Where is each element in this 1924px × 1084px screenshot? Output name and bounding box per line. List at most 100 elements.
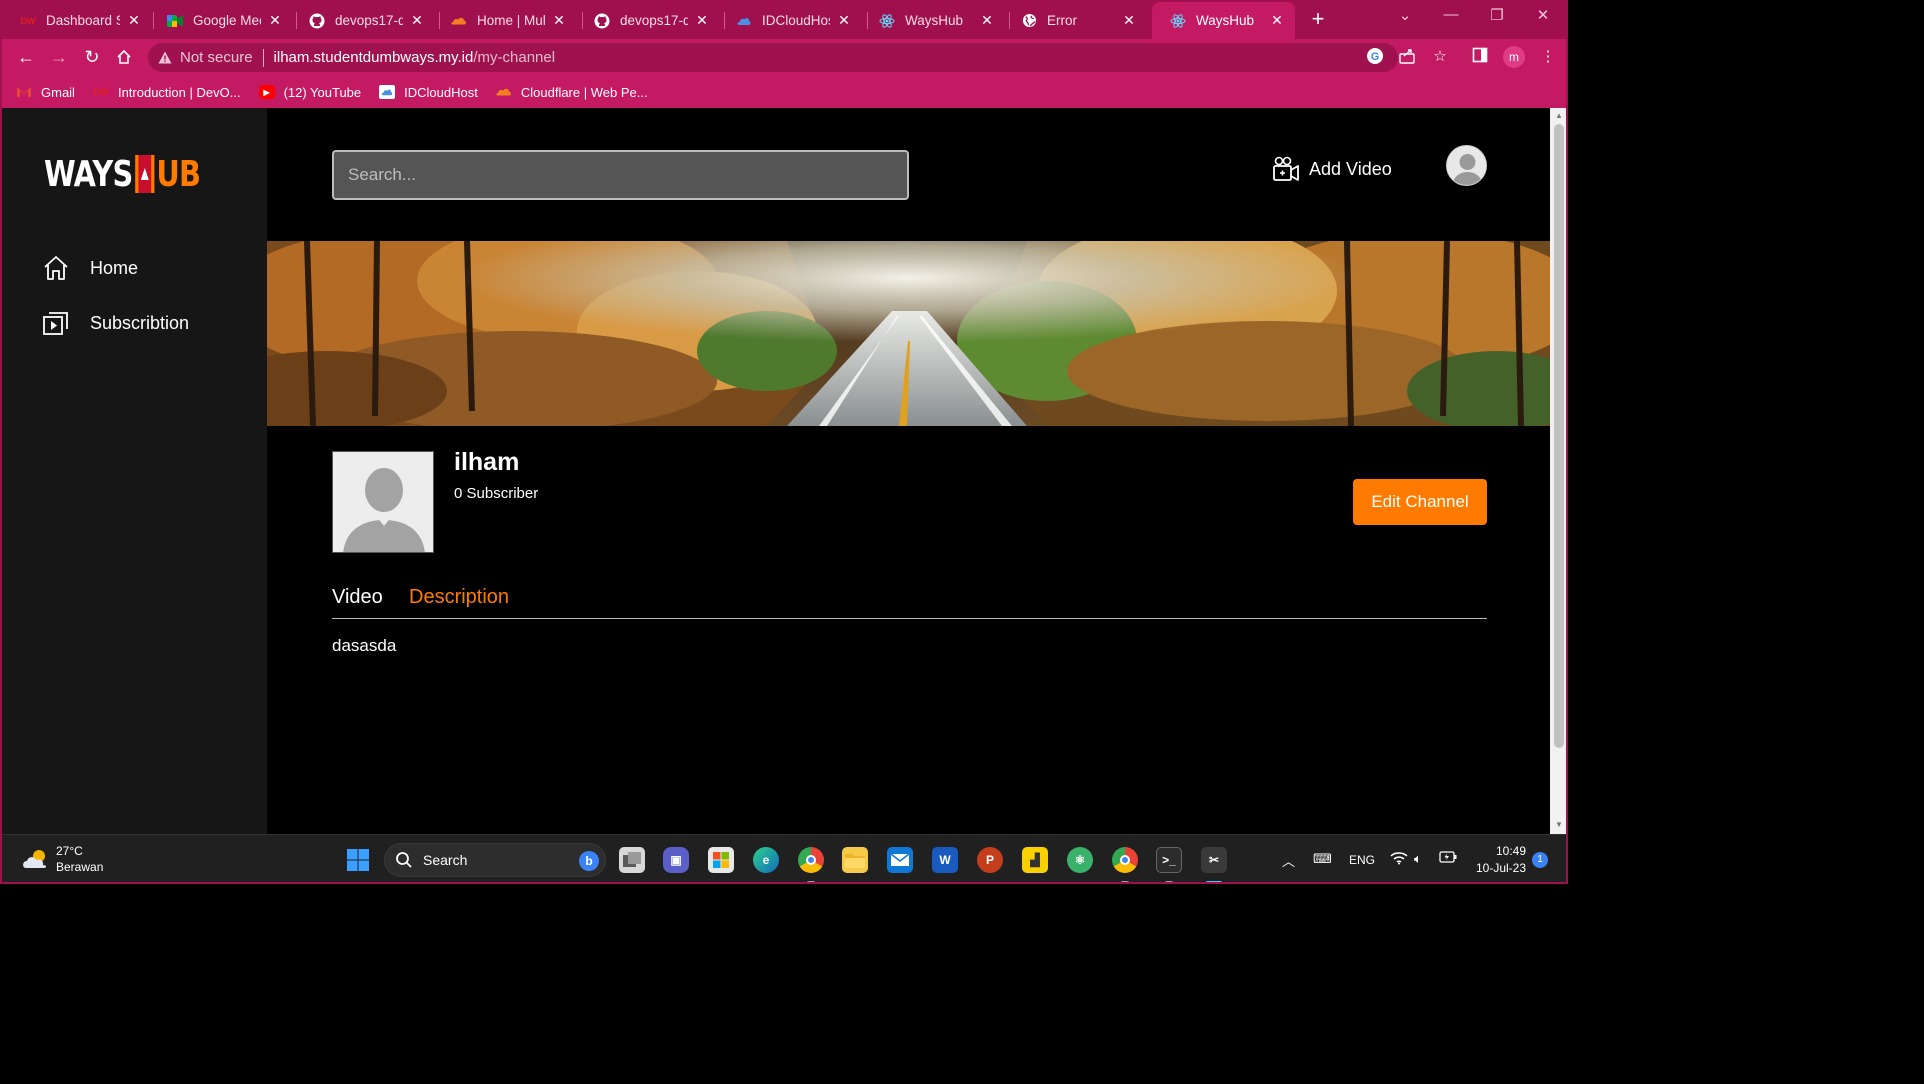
logo-mark-icon xyxy=(134,155,155,193)
bookmark-idcloudhost[interactable]: IDCloudHost xyxy=(379,85,478,100)
google-lens-icon[interactable]: G xyxy=(1365,47,1385,67)
bookmark-cloudflare[interactable]: Cloudflare | Web Pe... xyxy=(496,85,648,100)
add-video-icon xyxy=(1273,156,1299,181)
menu-kebab-icon[interactable]: ⋮ xyxy=(1538,47,1558,67)
bookmark-introduction[interactable]: DW Introduction | DevO... xyxy=(93,85,240,100)
warning-icon xyxy=(158,51,172,65)
close-icon[interactable]: ✕ xyxy=(979,12,995,29)
browser-tab[interactable]: WaysHub ✕ xyxy=(861,2,1005,39)
browser-tab-active[interactable]: WaysHub ✕ xyxy=(1152,2,1295,39)
wifi-icon[interactable] xyxy=(1390,851,1408,868)
user-avatar[interactable] xyxy=(1446,145,1487,186)
tab-search-chevron-icon[interactable]: ⌄ xyxy=(1390,6,1420,24)
globe-icon xyxy=(1021,13,1037,29)
reload-button[interactable]: ↻ xyxy=(80,45,104,69)
close-icon[interactable]: ✕ xyxy=(836,12,852,29)
browser-tab[interactable]: Error ✕ xyxy=(1003,2,1147,39)
bookmark-label: Cloudflare | Web Pe... xyxy=(520,84,648,100)
system-clock[interactable]: 10:49 10-Jul-23 xyxy=(1470,843,1526,877)
close-icon[interactable]: ✕ xyxy=(1269,12,1285,29)
scroll-down-icon[interactable]: ▼ xyxy=(1554,820,1564,830)
side-panel-icon[interactable] xyxy=(1470,47,1490,67)
weather-widget[interactable]: 27°C Berawan xyxy=(22,843,103,875)
notification-badge[interactable]: 1 xyxy=(1532,852,1548,868)
profile-avatar[interactable]: m xyxy=(1503,46,1525,68)
close-icon[interactable]: ✕ xyxy=(694,12,710,29)
edit-channel-button[interactable]: Edit Channel xyxy=(1353,479,1487,525)
bookmark-star-icon[interactable]: ☆ xyxy=(1430,47,1450,67)
gmail-icon xyxy=(16,85,32,99)
page-scrollbar[interactable]: ▲ ▼ xyxy=(1550,108,1566,834)
bookmark-label: (12) YouTube xyxy=(283,84,362,100)
snipping-tool-icon[interactable]: ✂ xyxy=(1201,847,1227,873)
mail-icon[interactable] xyxy=(887,847,913,873)
search-input[interactable] xyxy=(332,150,909,200)
share-icon[interactable] xyxy=(1397,47,1417,67)
sidebar-item-label: Home xyxy=(90,257,139,278)
sidebar-item-home[interactable]: Home xyxy=(42,254,138,282)
subscriber-count: 0 Subscriber xyxy=(454,485,539,502)
chrome-profile-icon[interactable] xyxy=(1112,847,1138,873)
url-host: ilham.studentdumbways.my.id xyxy=(273,49,474,66)
browser-tab[interactable]: Home | Muhar ✕ xyxy=(433,2,577,39)
browser-tab[interactable]: devops17-dur ✕ xyxy=(576,2,720,39)
browser-tab[interactable]: Google Meet ✕ xyxy=(149,2,293,39)
channel-tabs: Video Description xyxy=(332,586,1487,619)
bookmark-gmail[interactable]: Gmail xyxy=(16,85,75,100)
scrollbar-thumb[interactable] xyxy=(1554,124,1564,748)
close-icon[interactable]: ✕ xyxy=(409,12,425,29)
chrome-icon[interactable] xyxy=(798,847,824,873)
volume-icon[interactable]: 🔈︎ xyxy=(1414,851,1422,867)
restore-button[interactable]: ❐ xyxy=(1482,6,1512,24)
close-icon[interactable]: ✕ xyxy=(1121,12,1137,29)
show-hidden-icons-chevron-icon[interactable]: ︿ xyxy=(1282,851,1295,870)
windows-taskbar: 27°C Berawan Search b ▣ e W P ▟ ⚛ >_ ✂ ︿ xyxy=(2,834,1566,882)
browser-tab[interactable]: DW Dashboard Sis ✕ xyxy=(2,2,152,39)
browser-tab[interactable]: IDCloudHost.c ✕ xyxy=(718,2,862,39)
svg-text:G: G xyxy=(1371,51,1380,63)
atom-icon[interactable]: ⚛ xyxy=(1067,847,1093,873)
bing-icon[interactable]: b xyxy=(579,851,599,871)
keyboard-icon[interactable]: ⌨ xyxy=(1313,851,1332,867)
task-view-icon[interactable] xyxy=(619,847,645,873)
home-button[interactable] xyxy=(112,45,136,69)
microsoft-store-icon[interactable] xyxy=(708,847,734,873)
cloudflare-icon xyxy=(496,85,512,99)
battery-icon[interactable] xyxy=(1439,851,1457,866)
github-icon xyxy=(594,13,610,29)
close-icon[interactable]: ✕ xyxy=(551,12,567,29)
minimize-button[interactable]: — xyxy=(1436,6,1466,23)
close-icon[interactable]: ✕ xyxy=(126,12,142,29)
bookmark-youtube[interactable]: ▶ (12) YouTube xyxy=(258,84,362,100)
address-bar[interactable]: Not secure ilham.studentdumbways.my.id/m… xyxy=(148,43,1398,72)
add-video-label: Add Video xyxy=(1309,158,1392,179)
tab-description[interactable]: Description xyxy=(409,586,509,609)
channel-banner-image xyxy=(267,241,1550,426)
idcloudhost-icon xyxy=(736,13,752,29)
powerpoint-icon[interactable]: P xyxy=(977,847,1003,873)
browser-tab[interactable]: devops17-dur ✕ xyxy=(291,2,435,39)
react-icon xyxy=(879,13,895,29)
word-icon[interactable]: W xyxy=(932,847,958,873)
sidebar-item-subscription[interactable]: Subscribtion xyxy=(42,309,189,337)
terminal-icon[interactable]: >_ xyxy=(1156,847,1182,873)
edge-icon[interactable]: e xyxy=(753,847,779,873)
back-button[interactable]: ← xyxy=(14,45,38,69)
tab-video[interactable]: Video xyxy=(332,586,383,609)
new-tab-button[interactable]: + xyxy=(1306,8,1330,32)
youtube-icon: ▶ xyxy=(258,85,275,99)
sticky-notes-icon[interactable]: ▟ xyxy=(1022,847,1048,873)
wayshub-logo[interactable]: WAYS UB xyxy=(44,154,201,195)
file-explorer-icon[interactable] xyxy=(842,847,868,873)
taskbar-search[interactable]: Search b xyxy=(384,843,606,877)
close-icon[interactable]: ✕ xyxy=(267,12,283,29)
windows-start-icon[interactable] xyxy=(345,847,371,873)
taskbar-search-label: Search xyxy=(423,852,468,868)
forward-button[interactable]: → xyxy=(47,45,71,69)
add-video-button[interactable]: Add Video xyxy=(1272,154,1392,184)
teams-icon[interactable]: ▣ xyxy=(663,847,689,873)
close-window-button[interactable]: ✕ xyxy=(1528,6,1558,24)
scroll-up-icon[interactable]: ▲ xyxy=(1554,111,1564,121)
language-indicator[interactable]: ENG xyxy=(1349,853,1375,867)
screen: DW Dashboard Sis ✕ Google Meet ✕ devops1… xyxy=(0,0,1568,884)
